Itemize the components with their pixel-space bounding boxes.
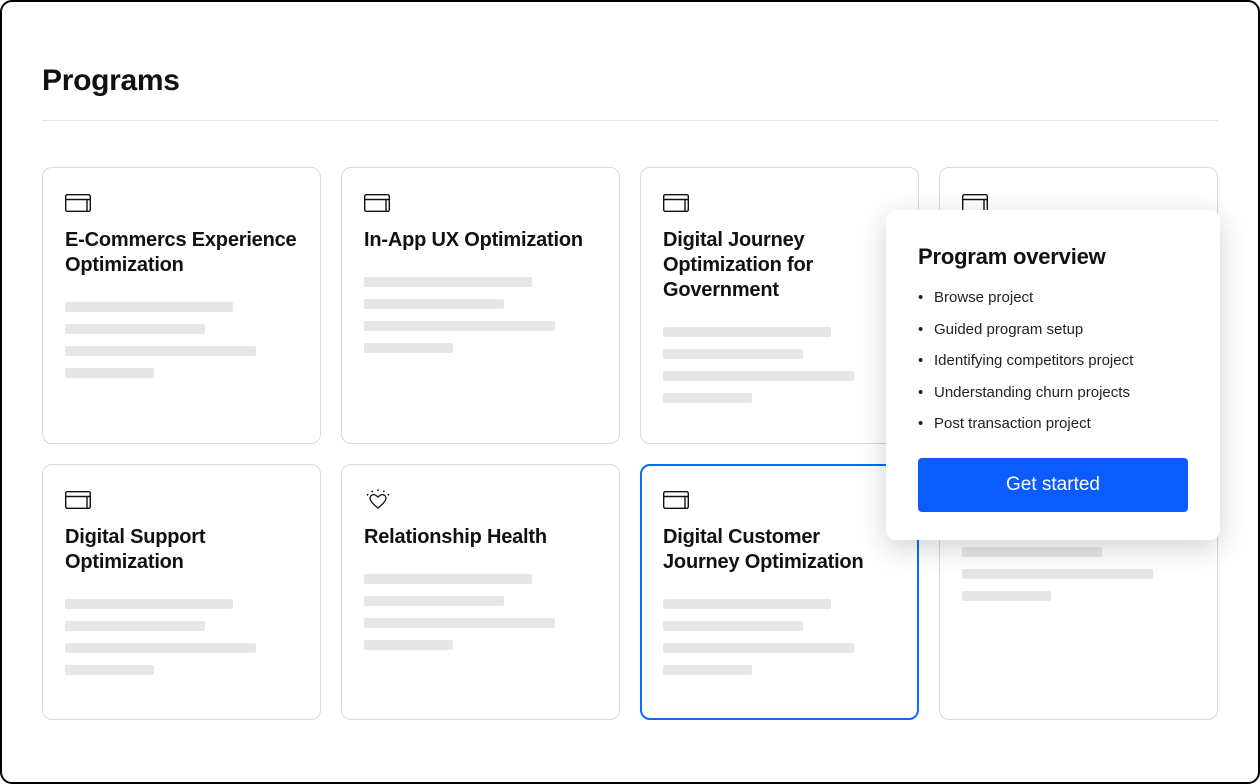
popover-item: Understanding churn projects (918, 383, 1188, 403)
skeleton-line (663, 599, 831, 609)
program-card[interactable]: Digital Journey Optimization for Governm… (640, 167, 919, 444)
program-card-skeleton (65, 599, 298, 675)
window-icon-wrap (663, 192, 896, 214)
window-icon (65, 194, 91, 212)
skeleton-line (663, 665, 752, 675)
skeleton-line (663, 371, 854, 381)
skeleton-line (364, 618, 555, 628)
window-icon-wrap (65, 489, 298, 511)
program-card[interactable]: Digital Support Optimization (42, 464, 321, 720)
window-icon-wrap (663, 489, 896, 511)
program-card-skeleton (663, 599, 896, 675)
title-divider (42, 120, 1218, 121)
skeleton-line (65, 599, 233, 609)
skeleton-line (962, 569, 1153, 579)
popover-item: Post transaction project (918, 414, 1188, 434)
skeleton-line (663, 327, 831, 337)
program-card[interactable]: E-Commercs Experience Optimization (42, 167, 321, 444)
popover-item: Identifying competitors project (918, 351, 1188, 371)
get-started-button[interactable]: Get started (918, 458, 1188, 512)
window-icon (65, 491, 91, 509)
skeleton-line (663, 621, 803, 631)
skeleton-line (663, 643, 854, 653)
skeleton-line (364, 574, 532, 584)
program-card-skeleton (364, 277, 597, 353)
program-card-skeleton (65, 302, 298, 378)
window-icon (364, 194, 390, 212)
program-card-skeleton (364, 574, 597, 650)
skeleton-line (364, 321, 555, 331)
window-icon (663, 491, 689, 509)
skeleton-line (364, 640, 453, 650)
program-card-title: Relationship Health (364, 525, 597, 550)
skeleton-line (364, 343, 453, 353)
heart-radiate-icon (364, 488, 392, 512)
skeleton-line (65, 368, 154, 378)
program-card-title: E-Commercs Experience Optimization (65, 228, 298, 278)
program-overview-popover: Program overview Browse project Guided pr… (886, 210, 1220, 540)
skeleton-line (65, 643, 256, 653)
skeleton-line (962, 591, 1051, 601)
skeleton-line (364, 277, 532, 287)
page-title: Programs (42, 64, 1218, 98)
program-card-title: Digital Customer Journey Optimization (663, 525, 896, 575)
window-icon (663, 194, 689, 212)
skeleton-line (364, 299, 504, 309)
app-frame: Programs E-Commercs Experience Optimizat… (0, 0, 1260, 784)
skeleton-line (962, 547, 1102, 557)
popover-item: Guided program setup (918, 320, 1188, 340)
program-card-title: In-App UX Optimization (364, 228, 597, 253)
program-card[interactable]: Relationship Health (341, 464, 620, 720)
window-icon-wrap (364, 192, 597, 214)
skeleton-line (65, 621, 205, 631)
skeleton-line (65, 665, 154, 675)
skeleton-line (65, 302, 233, 312)
program-card[interactable]: In-App UX Optimization (341, 167, 620, 444)
program-card-title: Digital Journey Optimization for Governm… (663, 228, 896, 303)
skeleton-line (65, 324, 205, 334)
program-card-skeleton (663, 327, 896, 403)
program-card-title: Digital Support Optimization (65, 525, 298, 575)
popover-list: Browse project Guided program setup Identi… (918, 288, 1188, 434)
program-card[interactable]: Digital Customer Journey Optimization (640, 464, 919, 720)
popover-item: Browse project (918, 288, 1188, 308)
skeleton-line (663, 349, 803, 359)
popover-title: Program overview (918, 244, 1188, 270)
heart-icon-wrap (364, 489, 597, 511)
skeleton-line (65, 346, 256, 356)
skeleton-line (364, 596, 504, 606)
skeleton-line (663, 393, 752, 403)
window-icon-wrap (65, 192, 298, 214)
